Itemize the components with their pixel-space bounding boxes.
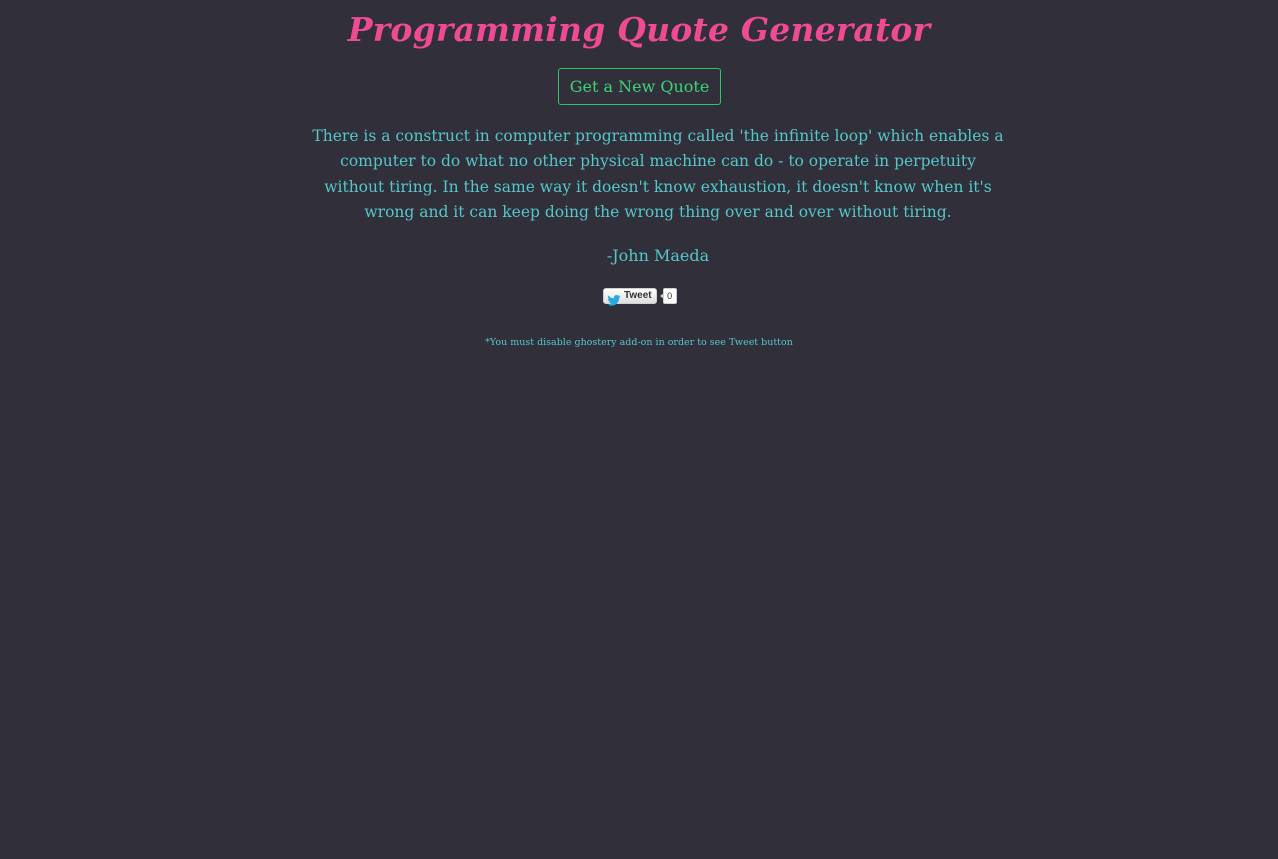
quote-author: -John Maeda — [606, 246, 710, 265]
quote-text: There is a construct in computer program… — [312, 127, 1004, 221]
tweet-count: 0 — [659, 288, 677, 304]
page: Programming Quote Generator Get a New Qu… — [0, 0, 1278, 859]
tweet-button[interactable]: Tweet — [603, 288, 657, 306]
twitter-bird-icon — [607, 291, 621, 306]
tweet-widget: Tweet 0 — [603, 287, 677, 306]
tweet-button-label: Tweet — [624, 290, 652, 301]
new-quote-button[interactable]: Get a New Quote — [558, 68, 721, 105]
page-title: Programming Quote Generator — [347, 10, 931, 49]
ghostery-note: *You must disable ghostery add-on in ord… — [485, 337, 793, 348]
